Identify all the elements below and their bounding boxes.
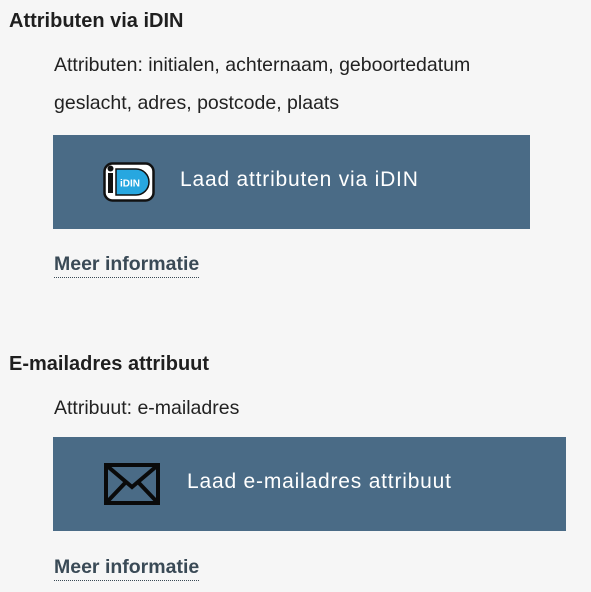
idin-logo-icon: iDIN: [103, 162, 155, 202]
load-idin-attributes-label: Laad attributen via iDIN: [180, 168, 419, 191]
description-email-line-1: Attribuut: e-mailadres: [54, 397, 240, 419]
more-info-link-idin[interactable]: Meer informatie: [54, 252, 200, 278]
section-title-idin: Attributen via iDIN: [9, 10, 184, 32]
idin-logo-text: iDIN: [120, 179, 140, 190]
envelope-icon: [104, 463, 160, 505]
more-info-link-email[interactable]: Meer informatie: [54, 555, 200, 581]
load-email-attribute-button[interactable]: Laad e-mailadres attribuut: [53, 437, 566, 531]
description-idin-line-2: geslacht, adres, postcode, plaats: [54, 92, 340, 114]
description-idin-line-1: Attributen: initialen, achternaam, geboo…: [54, 54, 471, 76]
section-title-email: E-mailadres attribuut: [9, 353, 210, 375]
load-idin-attributes-button[interactable]: iDIN Laad attributen via iDIN: [53, 135, 530, 229]
load-email-attribute-label: Laad e-mailadres attribuut: [187, 470, 452, 493]
